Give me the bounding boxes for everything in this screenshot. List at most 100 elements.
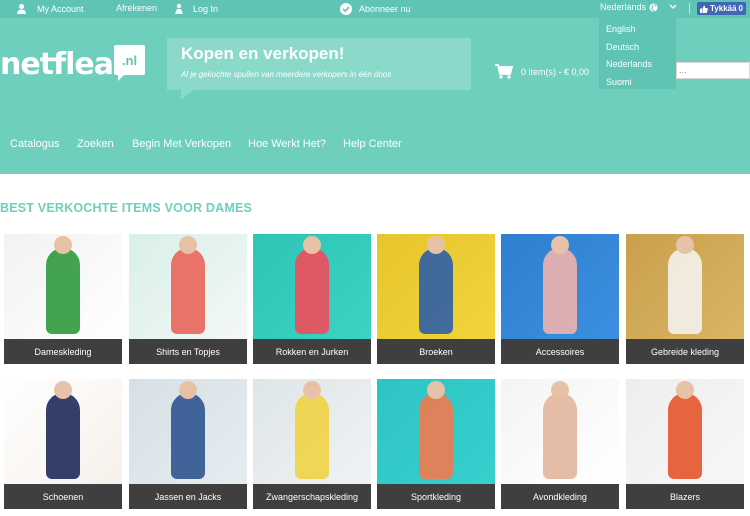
slogan-bubble: Kopen en verkopen! Al je gekochte spulle…: [167, 38, 471, 100]
nav-item-hoe-werkt-het[interactable]: Hoe Werkt Het?: [248, 138, 326, 150]
product-silhouette: [419, 393, 453, 479]
like-label: Tykkää: [710, 4, 737, 13]
checkout-link[interactable]: Afrekenen: [116, 3, 157, 13]
language-option-suomi[interactable]: Suomi: [599, 75, 676, 93]
category-image[interactable]: [626, 379, 744, 484]
product-silhouette: [668, 393, 702, 479]
category-image[interactable]: [377, 379, 495, 484]
product-silhouette: [668, 248, 702, 334]
facebook-like-button[interactable]: Tykkää 0: [697, 2, 746, 15]
cart-summary: 0 item(s) - € 0,00: [521, 66, 590, 77]
nav-item-catalogus[interactable]: Catalogus: [10, 138, 60, 150]
subscribe-label: Abonneer nu: [359, 4, 411, 14]
divider: [689, 3, 690, 14]
slogan-subtitle: Al je gekochte spullen van meerdere verk…: [181, 70, 392, 79]
category-image[interactable]: [129, 234, 247, 339]
category-label[interactable]: Sportkleding: [377, 484, 495, 509]
language-dropdown: English Deutsch Nederlands Suomi: [599, 18, 676, 89]
category-tile[interactable]: Sportkleding: [377, 379, 495, 509]
product-silhouette: [171, 248, 205, 334]
category-tile[interactable]: Avondkleding: [501, 379, 619, 509]
main-nav: Catalogus Zoeken Begin Met Verkopen Hoe …: [0, 138, 750, 158]
category-tile[interactable]: Rokken en Jurken: [253, 234, 371, 364]
product-silhouette-head: [54, 236, 72, 254]
top-bar: My Account Afrekenen Log In Abonneer nu …: [0, 0, 750, 18]
nav-item-zoeken[interactable]: Zoeken: [77, 138, 114, 150]
language-select[interactable]: Nederlands: [600, 2, 677, 12]
product-silhouette-head: [676, 381, 694, 399]
globe-icon: [649, 2, 658, 12]
category-tile[interactable]: Dameskleding: [4, 234, 122, 364]
product-silhouette: [543, 248, 577, 334]
category-label[interactable]: Avondkleding: [501, 484, 619, 509]
section-title: BEST VERKOCHTE ITEMS VOOR DAMES: [0, 201, 253, 215]
like-count: 0: [738, 4, 743, 13]
my-account-link[interactable]: My Account: [16, 3, 84, 14]
login-icon: [175, 3, 183, 14]
category-image[interactable]: [253, 379, 371, 484]
language-option-nederlands[interactable]: Nederlands: [599, 57, 676, 75]
category-image[interactable]: [626, 234, 744, 339]
product-silhouette-head: [179, 381, 197, 399]
site-logo[interactable]: netflea: [0, 47, 114, 82]
thumbs-up-icon: [700, 5, 708, 13]
cart-button[interactable]: 0 item(s) - € 0,00: [495, 64, 589, 79]
search-input-text: ...: [679, 65, 687, 75]
product-silhouette: [295, 248, 329, 334]
product-silhouette: [46, 248, 80, 334]
category-tile[interactable]: Accessoires: [501, 234, 619, 364]
product-silhouette: [46, 393, 80, 479]
category-image[interactable]: [501, 379, 619, 484]
slogan-title: Kopen en verkopen!: [181, 44, 345, 63]
category-tile[interactable]: Shirts en Topjes: [129, 234, 247, 364]
chevron-down-icon: [669, 4, 677, 9]
category-tile[interactable]: Blazers: [626, 379, 744, 509]
nav-item-begin-met-verkopen[interactable]: Begin Met Verkopen: [132, 138, 231, 150]
category-image[interactable]: [253, 234, 371, 339]
category-label[interactable]: Jassen en Jacks: [129, 484, 247, 509]
category-label[interactable]: Gebreide kleding: [626, 339, 744, 364]
category-label[interactable]: Broeken: [377, 339, 495, 364]
product-silhouette-head: [54, 381, 72, 399]
product-silhouette-head: [676, 236, 694, 254]
category-label[interactable]: Schoenen: [4, 484, 122, 509]
logo-text: netflea: [0, 47, 114, 82]
product-silhouette-head: [551, 381, 569, 399]
category-tile[interactable]: Gebreide kleding: [626, 234, 744, 364]
user-icon: [17, 4, 26, 14]
logo-badge-text: .nl: [121, 52, 138, 68]
login-link[interactable]: Log In: [173, 3, 218, 14]
category-image[interactable]: [4, 379, 122, 484]
product-silhouette: [171, 393, 205, 479]
search-input[interactable]: ...: [676, 62, 750, 79]
nav-item-help-center[interactable]: Help Center: [343, 138, 402, 150]
subscribe-link[interactable]: Abonneer nu: [340, 3, 411, 15]
language-option-deutsch[interactable]: Deutsch: [599, 40, 676, 58]
category-label[interactable]: Accessoires: [501, 339, 619, 364]
category-tile[interactable]: Schoenen: [4, 379, 122, 509]
product-silhouette-head: [551, 236, 569, 254]
category-tile[interactable]: Broeken: [377, 234, 495, 364]
language-current: Nederlands: [600, 2, 647, 12]
category-image[interactable]: [4, 234, 122, 339]
shopping-cart-icon: [495, 64, 513, 79]
category-label[interactable]: Dameskleding: [4, 339, 122, 364]
category-tile[interactable]: Zwangerschapskleding: [253, 379, 371, 509]
category-tile[interactable]: Jassen en Jacks: [129, 379, 247, 509]
category-image[interactable]: [129, 379, 247, 484]
language-option-english[interactable]: English: [599, 22, 676, 40]
category-image[interactable]: [377, 234, 495, 339]
category-label[interactable]: Blazers: [626, 484, 744, 509]
category-label[interactable]: Zwangerschapskleding: [253, 484, 371, 509]
login-label: Log In: [193, 3, 219, 14]
product-silhouette-head: [303, 236, 321, 254]
product-silhouette: [543, 393, 577, 479]
product-silhouette: [419, 248, 453, 334]
product-silhouette-head: [427, 236, 445, 254]
category-label[interactable]: Rokken en Jurken: [253, 339, 371, 364]
category-label[interactable]: Shirts en Topjes: [129, 339, 247, 364]
category-image[interactable]: [501, 234, 619, 339]
product-silhouette-head: [179, 236, 197, 254]
check-circle-icon: [340, 3, 352, 15]
my-account-label: My Account: [37, 3, 84, 14]
